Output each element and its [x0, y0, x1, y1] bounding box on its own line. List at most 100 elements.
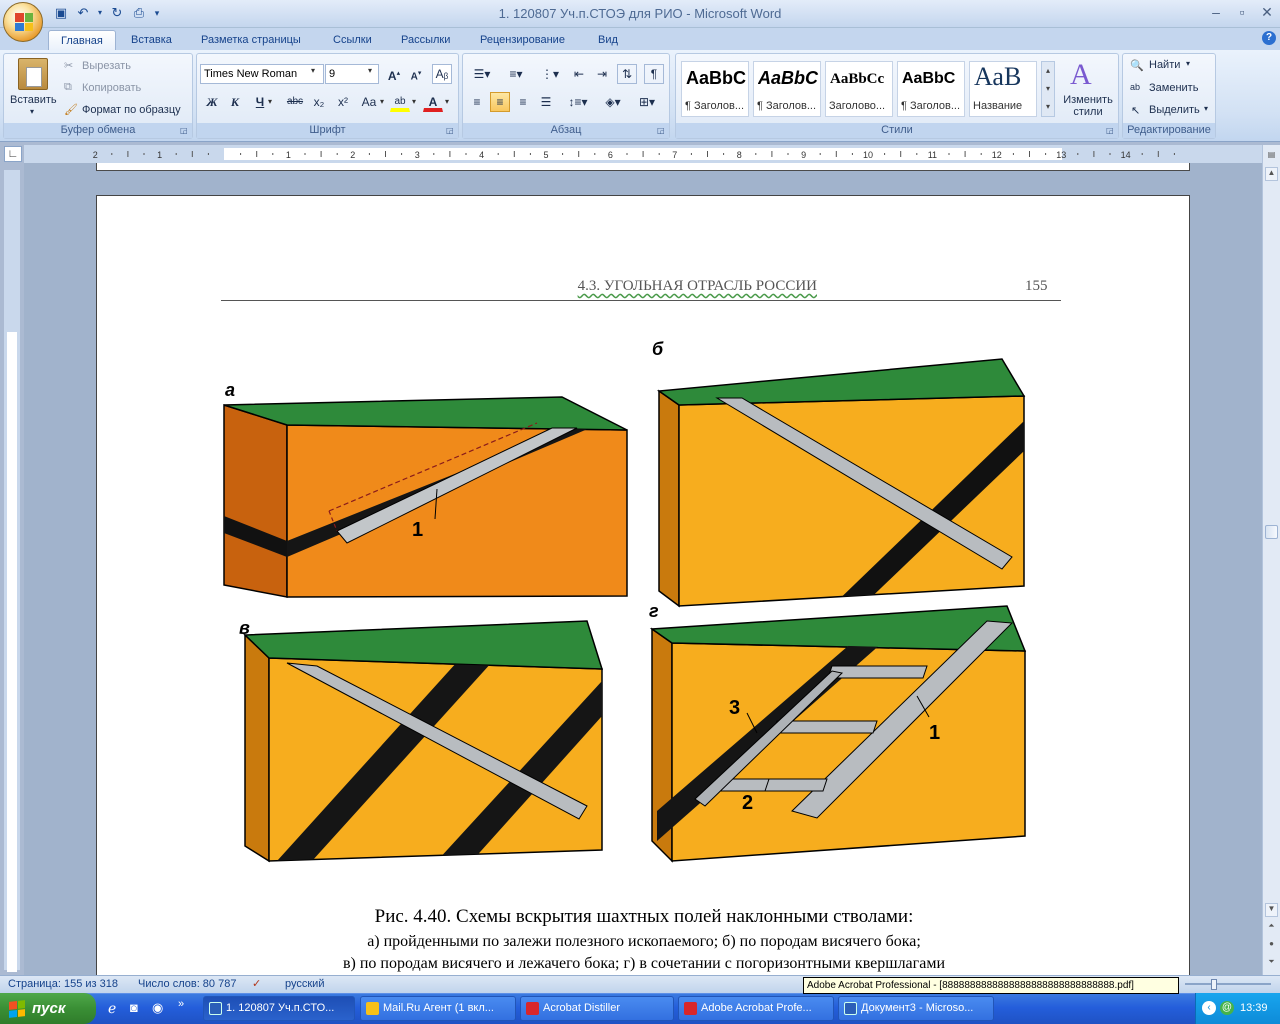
change-case-button[interactable]: Aa: [357, 92, 381, 112]
task-word-document[interactable]: 1. 120807 Уч.п.СТО...: [203, 996, 355, 1021]
tab-review[interactable]: Рецензирование: [468, 30, 577, 50]
underline-dropdown-icon[interactable]: ▾: [268, 97, 272, 106]
sort-icon[interactable]: ⇅: [617, 64, 637, 84]
highlight-dropdown-icon[interactable]: ▾: [412, 97, 416, 106]
dialog-launcher-icon[interactable]: ◲: [657, 126, 667, 136]
shrink-font-icon[interactable]: A▾: [406, 64, 426, 84]
change-case-dropdown-icon[interactable]: ▾: [380, 97, 384, 106]
style-heading4[interactable]: AaBbC ¶ Заголов...: [897, 61, 965, 117]
vertical-scrollbar[interactable]: ▤ ▲ ▼ ⏶ ● ⏷: [1262, 145, 1280, 975]
style-heading3[interactable]: AaBbCc Заголово...: [825, 61, 893, 117]
status-words[interactable]: Число слов: 80 787: [138, 976, 236, 993]
align-left-icon[interactable]: ≡: [467, 92, 487, 112]
task-mailru-agent[interactable]: Mail.Ru Агент (1 вкл...: [360, 996, 516, 1021]
tab-selector-icon[interactable]: ∟: [4, 146, 22, 162]
tab-view[interactable]: Вид: [586, 30, 630, 50]
mailru-tray-icon[interactable]: @: [1220, 1001, 1234, 1015]
cut-button[interactable]: Вырезать: [82, 60, 131, 72]
find-button[interactable]: Найти: [1149, 59, 1180, 71]
find-icon[interactable]: 🔍: [1130, 59, 1144, 72]
document-workspace[interactable]: 4.3. УГОЛЬНАЯ ОТРАСЛЬ РОССИИ 155 а б в г…: [24, 163, 1262, 975]
status-page[interactable]: Страница: 155 из 318: [8, 976, 118, 993]
start-button[interactable]: пуск: [0, 993, 96, 1024]
vertical-ruler[interactable]: [4, 170, 20, 972]
font-name-input[interactable]: Times New Roman: [200, 64, 324, 84]
previous-page-icon[interactable]: ⏶: [1265, 921, 1278, 935]
proofing-icon[interactable]: ✓: [252, 976, 261, 993]
maximize-icon[interactable]: ▫: [1229, 4, 1255, 22]
paste-dropdown-icon[interactable]: ▾: [30, 107, 34, 116]
underline-button[interactable]: Ч: [250, 92, 270, 112]
task-document3[interactable]: Документ3 - Microso...: [838, 996, 994, 1021]
select-dropdown-icon[interactable]: ▾: [1204, 104, 1208, 113]
superscript-button[interactable]: x²: [333, 92, 353, 112]
tab-references[interactable]: Ссылки: [321, 30, 384, 50]
bold-button[interactable]: Ж: [202, 92, 222, 112]
grow-font-icon[interactable]: A▴: [384, 64, 404, 84]
paste-button[interactable]: Вставить: [10, 94, 57, 106]
status-language[interactable]: русский: [285, 976, 324, 993]
font-name-dropdown-icon[interactable]: ▾: [311, 66, 315, 75]
office-button[interactable]: [3, 2, 43, 42]
align-center-icon[interactable]: ≡: [490, 92, 510, 112]
scroll-up-icon[interactable]: ▲: [1265, 167, 1278, 181]
close-icon[interactable]: ✕: [1254, 4, 1280, 22]
copy-button[interactable]: Копировать: [82, 82, 141, 94]
select-button[interactable]: Выделить: [1149, 104, 1200, 116]
horizontal-ruler[interactable]: 2 1 1 2 3 4 5 6 7 8 9 10 11 12 13 14: [24, 145, 1264, 163]
ie-quicklaunch-icon[interactable]: ℯ: [108, 1000, 124, 1016]
bullets-icon[interactable]: ☰▾: [467, 64, 497, 84]
shading-icon[interactable]: ◈▾: [598, 92, 628, 112]
media-quicklaunch-icon[interactable]: ◉: [152, 1000, 168, 1016]
minimize-icon[interactable]: –: [1203, 4, 1229, 22]
paste-icon[interactable]: [18, 58, 48, 90]
task-acrobat-pro[interactable]: Adobe Acrobat Profe...: [678, 996, 834, 1021]
tab-mailings[interactable]: Рассылки: [389, 30, 462, 50]
clock[interactable]: 13:39: [1240, 993, 1268, 1024]
copy-icon[interactable]: ⧉: [64, 81, 72, 94]
font-color-icon[interactable]: A: [423, 92, 443, 112]
show-formatting-icon[interactable]: ¶: [644, 64, 664, 84]
find-dropdown-icon[interactable]: ▾: [1186, 59, 1190, 68]
increase-indent-icon[interactable]: ⇥: [592, 64, 612, 84]
borders-icon[interactable]: ⊞▾: [632, 92, 662, 112]
numbering-icon[interactable]: ≡▾: [501, 64, 531, 84]
tab-page-layout[interactable]: Разметка страницы: [189, 30, 313, 50]
browse-object-icon[interactable]: ●: [1265, 939, 1278, 953]
tab-insert[interactable]: Вставка: [119, 30, 184, 50]
line-spacing-icon[interactable]: ↕≡▾: [563, 92, 593, 112]
highlight-icon[interactable]: ab: [390, 92, 410, 112]
justify-icon[interactable]: ☰: [536, 92, 556, 112]
change-styles-button[interactable]: Изменить стили: [1060, 94, 1116, 118]
font-size-dropdown-icon[interactable]: ▾: [368, 66, 372, 75]
replace-icon[interactable]: ab: [1130, 82, 1140, 92]
browser-quicklaunch-icon[interactable]: ◙: [130, 1000, 146, 1016]
replace-button[interactable]: Заменить: [1149, 82, 1198, 94]
document-page[interactable]: 4.3. УГОЛЬНАЯ ОТРАСЛЬ РОССИИ 155 а б в г…: [96, 195, 1190, 975]
select-icon[interactable]: ↖: [1131, 104, 1140, 117]
tray-collapse-icon[interactable]: ‹: [1202, 1001, 1216, 1015]
dialog-launcher-icon[interactable]: ◲: [1106, 126, 1116, 136]
align-right-icon[interactable]: ≡: [513, 92, 533, 112]
format-painter-icon[interactable]: 🖌: [64, 103, 78, 116]
scroll-thumb[interactable]: [1265, 525, 1278, 539]
clear-formatting-icon[interactable]: Aᵦ: [432, 64, 452, 84]
decrease-indent-icon[interactable]: ⇤: [569, 64, 589, 84]
scroll-down-icon[interactable]: ▼: [1265, 903, 1278, 917]
style-heading1[interactable]: AaBbC ¶ Заголов...: [681, 61, 749, 117]
dialog-launcher-icon[interactable]: ◲: [446, 126, 456, 136]
format-painter-button[interactable]: Формат по образцу: [82, 104, 181, 116]
quicklaunch-more-icon[interactable]: »: [178, 998, 190, 1014]
zoom-slider[interactable]: [1185, 976, 1275, 993]
task-acrobat-distiller[interactable]: Acrobat Distiller: [520, 996, 674, 1021]
tab-home[interactable]: Главная: [48, 30, 116, 50]
dialog-launcher-icon[interactable]: ◲: [180, 126, 190, 136]
styles-scroll[interactable]: ▴ ▾ ▾: [1041, 61, 1055, 117]
next-page-icon[interactable]: ⏷: [1265, 957, 1278, 971]
cut-icon[interactable]: ✂: [64, 59, 73, 72]
help-icon[interactable]: ?: [1262, 31, 1276, 45]
strikethrough-button[interactable]: abc: [283, 92, 307, 112]
multilevel-list-icon[interactable]: ⋮▾: [535, 64, 565, 84]
ruler-toggle-icon[interactable]: ▤: [1265, 150, 1278, 163]
font-color-dropdown-icon[interactable]: ▾: [445, 97, 449, 106]
